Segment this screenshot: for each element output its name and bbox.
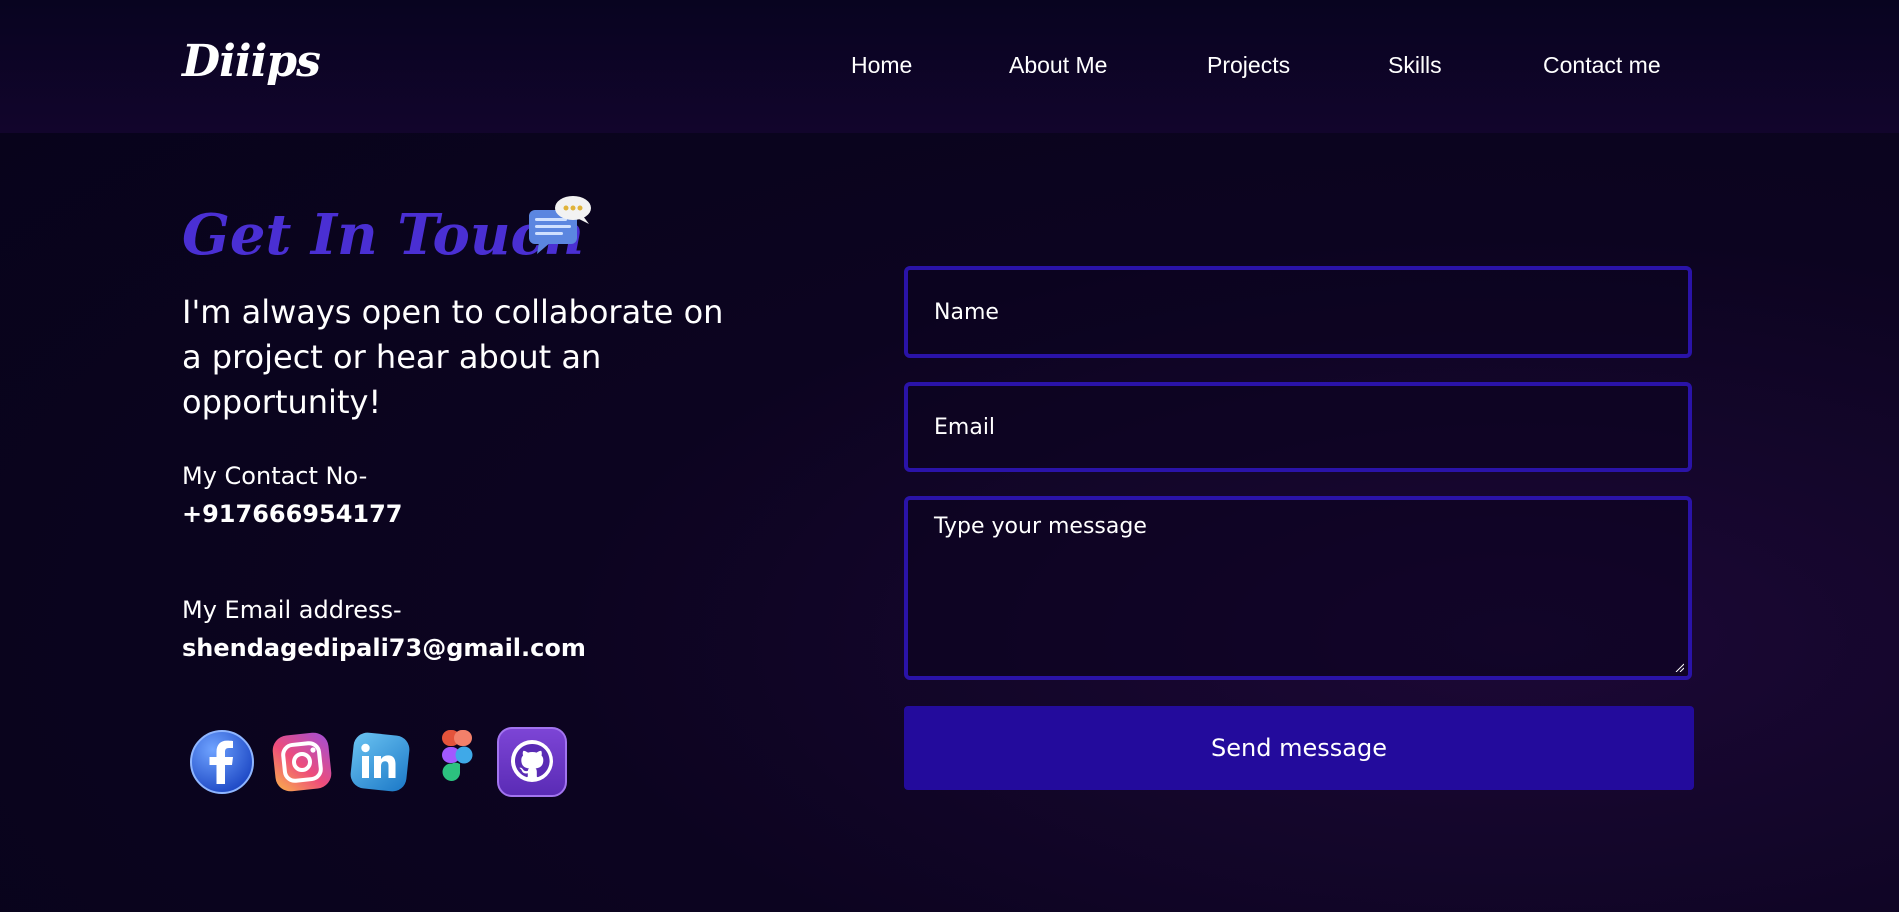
nav-links: Home About Me Projects Skills Contact me xyxy=(0,52,1899,82)
facebook-icon[interactable] xyxy=(188,728,256,796)
message-field-wrapper xyxy=(904,496,1692,680)
navbar: Diiips Home About Me Projects Skills Con… xyxy=(0,0,1899,133)
send-message-button[interactable]: Send message xyxy=(904,706,1694,790)
phone-value[interactable]: +917666954177 xyxy=(182,500,403,528)
instagram-icon[interactable] xyxy=(268,728,336,796)
email-field-wrapper xyxy=(904,382,1692,472)
message-field[interactable] xyxy=(908,500,1688,676)
page-title: Get In Touch xyxy=(182,202,586,268)
figma-icon[interactable] xyxy=(424,728,492,796)
nav-item-projects[interactable]: Projects xyxy=(1207,52,1290,79)
nav-item-skills[interactable]: Skills xyxy=(1388,52,1442,79)
social-links xyxy=(188,726,588,808)
nav-item-contact-me[interactable]: Contact me xyxy=(1543,52,1661,79)
resize-handle-icon[interactable] xyxy=(1674,662,1684,672)
nav-item-about-me[interactable]: About Me xyxy=(1009,52,1107,79)
name-field-wrapper xyxy=(904,266,1692,358)
linkedin-icon[interactable] xyxy=(346,728,414,796)
chat-bubbles-icon xyxy=(529,196,591,254)
heading-row: Get In Touch xyxy=(182,190,782,280)
github-icon[interactable] xyxy=(496,726,568,798)
email-field[interactable] xyxy=(908,386,1688,468)
phone-label: My Contact No- xyxy=(182,462,368,490)
email-label: My Email address- xyxy=(182,596,402,624)
nav-item-home[interactable]: Home xyxy=(851,52,912,79)
email-value[interactable]: shendagedipali73@gmail.com xyxy=(182,634,586,662)
intro-text: I'm always open to collaborate on a proj… xyxy=(182,293,724,421)
name-field[interactable] xyxy=(908,270,1688,354)
